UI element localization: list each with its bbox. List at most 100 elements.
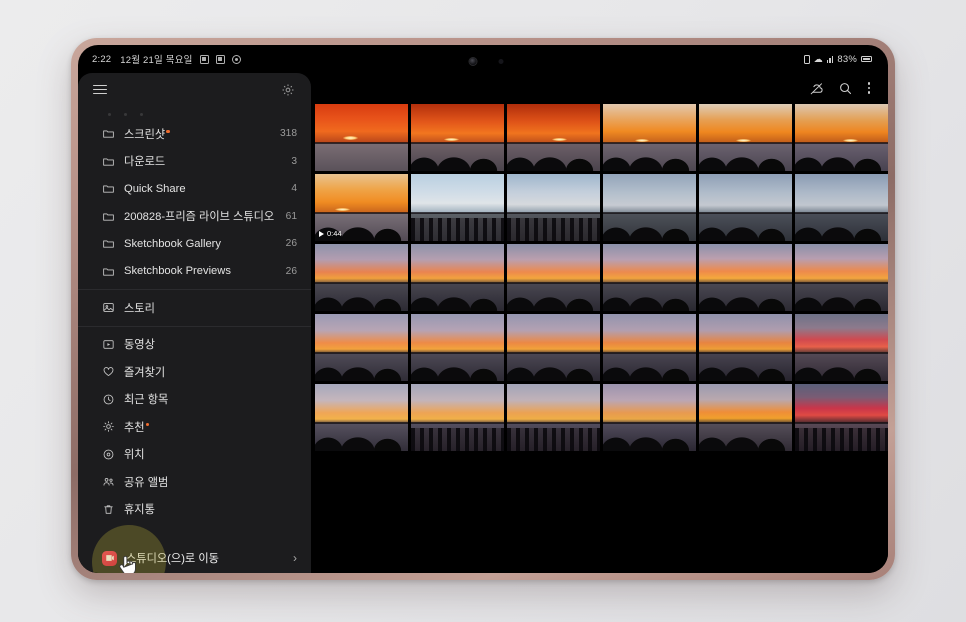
shared-album-icon bbox=[102, 475, 115, 488]
sidebar-item-section-6[interactable]: 휴지통 bbox=[78, 496, 311, 524]
photo-horizon bbox=[795, 421, 888, 424]
sidebar-item-folder-2[interactable]: Quick Share 4 bbox=[78, 175, 311, 203]
photo-thumbnail[interactable] bbox=[603, 174, 696, 241]
photo-thumbnail[interactable] bbox=[603, 384, 696, 451]
photo-thumbnail[interactable] bbox=[507, 384, 600, 451]
sidebar-item-label: 스튜디오(으)로 이동 bbox=[126, 553, 219, 565]
sidebar-item-folder-4[interactable]: Sketchbook Gallery 26 bbox=[78, 230, 311, 258]
sidebar-item-label: 즐겨찾기 bbox=[124, 366, 166, 379]
sidebar-item-label: 동영상 bbox=[124, 339, 155, 352]
photo-horizon bbox=[603, 421, 696, 424]
photo-thumbnail[interactable] bbox=[411, 104, 504, 171]
photo-sun bbox=[342, 136, 358, 140]
photo-thumbnail[interactable] bbox=[411, 384, 504, 451]
photo-sky bbox=[411, 104, 504, 143]
sidebar-scroll[interactable]: 스크린샷 318 다운로드 3 Quick Share 4 200828-프리즘 라이브 스… bbox=[78, 106, 311, 543]
status-bar-right: ☁ 83% bbox=[803, 54, 872, 65]
photo-grid[interactable]: 0:44 bbox=[315, 104, 888, 573]
photo-thumbnail[interactable] bbox=[603, 244, 696, 311]
sidebar-item-folder-3[interactable]: 200828-프리즘 라이브 스튜디오 61 bbox=[78, 203, 311, 231]
new-badge-icon bbox=[166, 129, 170, 134]
photo-sky bbox=[315, 384, 408, 423]
sidebar-item-studio[interactable]: 스튜디오(으)로 이동 › bbox=[78, 543, 311, 573]
sidebar-item-section-2[interactable]: 최근 항목 bbox=[78, 386, 311, 414]
photo-horizon bbox=[411, 351, 504, 354]
photo-sky bbox=[795, 244, 888, 283]
hamburger-icon[interactable] bbox=[93, 84, 107, 95]
sidebar-item-section-3[interactable]: 추천 bbox=[78, 413, 311, 441]
sidebar-item-folder-5[interactable]: Sketchbook Previews 26 bbox=[78, 258, 311, 286]
photo-sky bbox=[603, 244, 696, 283]
photo-crowd bbox=[507, 218, 600, 241]
cloud-off-icon[interactable] bbox=[809, 81, 824, 96]
sidebar-item-folder-0[interactable]: 스크린샷 318 bbox=[78, 120, 311, 148]
sidebar-divider bbox=[78, 325, 311, 327]
photo-thumbnail[interactable] bbox=[699, 174, 792, 241]
photo-rocks bbox=[795, 290, 888, 311]
photo-thumbnail[interactable] bbox=[699, 314, 792, 381]
sidebar-item-section-1[interactable]: 즐겨찾기 bbox=[78, 358, 311, 386]
sidebar-item-folder-1[interactable]: 다운로드 3 bbox=[78, 148, 311, 176]
sidebar-item-section-4[interactable]: 위치 bbox=[78, 441, 311, 469]
sidebar-item-section-5[interactable]: 공유 앨범 bbox=[78, 468, 311, 496]
photo-rocks bbox=[507, 360, 600, 381]
photo-crowd bbox=[795, 428, 888, 451]
sidebar-item-label: 공유 앨범 bbox=[124, 476, 169, 489]
photo-thumbnail[interactable] bbox=[795, 384, 888, 451]
photo-thumbnail[interactable] bbox=[603, 314, 696, 381]
folder-list: 스크린샷 318 다운로드 3 Quick Share 4 200828-프리즘 라이브 스… bbox=[78, 120, 311, 285]
location-icon bbox=[102, 448, 115, 461]
sidebar-item-section-0[interactable]: 동영상 bbox=[78, 331, 311, 359]
sidebar-item-story[interactable]: 스토리 bbox=[78, 294, 311, 322]
photo-rocks bbox=[603, 430, 696, 451]
photo-thumbnail[interactable] bbox=[315, 384, 408, 451]
sidebar-item-count: 26 bbox=[285, 265, 297, 277]
sidebar-item-label: 휴지통 bbox=[124, 504, 155, 517]
sidebar-item-label: 스크린샷 bbox=[124, 126, 274, 142]
photo-thumbnail[interactable] bbox=[315, 104, 408, 171]
photo-thumbnail[interactable] bbox=[507, 104, 600, 171]
photo-thumbnail[interactable] bbox=[795, 314, 888, 381]
photo-thumbnail[interactable] bbox=[603, 104, 696, 171]
photo-crowd bbox=[507, 428, 600, 451]
photo-horizon bbox=[507, 351, 600, 354]
photo-thumbnail[interactable] bbox=[507, 314, 600, 381]
photo-thumbnail[interactable] bbox=[315, 244, 408, 311]
photo-thumbnail[interactable] bbox=[795, 244, 888, 311]
photo-thumbnail[interactable] bbox=[699, 384, 792, 451]
photo-horizon bbox=[315, 211, 408, 214]
photo-rocks bbox=[411, 150, 504, 171]
photo-thumbnail[interactable] bbox=[411, 314, 504, 381]
photo-thumbnail[interactable] bbox=[699, 104, 792, 171]
photo-thumbnail[interactable]: 0:44 bbox=[315, 174, 408, 241]
photo-rocks bbox=[315, 360, 408, 381]
photo-crowd bbox=[411, 428, 504, 451]
sidebar-item-label: 위치 bbox=[124, 449, 145, 462]
photo-rocks bbox=[603, 220, 696, 241]
photo-thumbnail[interactable] bbox=[411, 244, 504, 311]
photo-rocks bbox=[315, 430, 408, 451]
photo-rocks bbox=[795, 360, 888, 381]
photo-thumbnail[interactable] bbox=[315, 314, 408, 381]
signal-icon bbox=[826, 55, 834, 63]
photo-rocks bbox=[507, 290, 600, 311]
photo-thumbnail[interactable] bbox=[411, 174, 504, 241]
photo-thumbnail[interactable] bbox=[795, 174, 888, 241]
photo-horizon bbox=[795, 141, 888, 144]
play-icon bbox=[319, 230, 324, 237]
new-badge-icon bbox=[145, 422, 150, 427]
photo-sky bbox=[507, 384, 600, 423]
photo-thumbnail[interactable] bbox=[507, 174, 600, 241]
sidebar-item-count: 61 bbox=[285, 210, 297, 222]
photo-sky bbox=[507, 244, 600, 283]
search-icon[interactable] bbox=[838, 81, 853, 96]
photo-sun bbox=[335, 207, 351, 211]
photo-horizon bbox=[411, 421, 504, 424]
gear-icon[interactable] bbox=[281, 83, 295, 97]
photo-thumbnail[interactable] bbox=[699, 244, 792, 311]
photo-thumbnail[interactable] bbox=[507, 244, 600, 311]
photo-sky bbox=[315, 244, 408, 283]
more-vertical-icon[interactable] bbox=[867, 81, 871, 96]
photo-sky bbox=[507, 314, 600, 353]
photo-thumbnail[interactable] bbox=[795, 104, 888, 171]
